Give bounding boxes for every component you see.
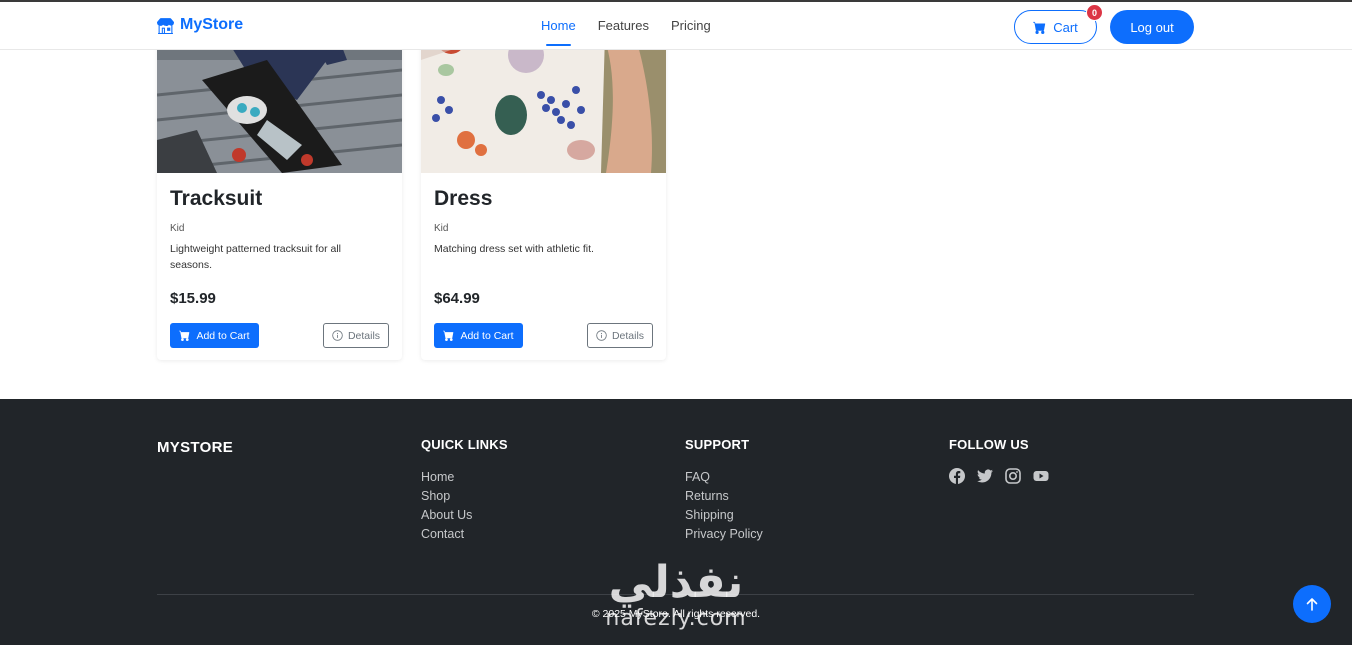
product-card-dress: Dress Kid Matching dress set with athlet… bbox=[421, 0, 666, 360]
footer-link-faq[interactable]: FAQ bbox=[685, 468, 763, 487]
product-description: Matching dress set with athletic fit. bbox=[434, 243, 594, 255]
nav-link-home[interactable]: Home bbox=[530, 2, 587, 50]
cart-count-badge: 0 bbox=[1086, 4, 1103, 21]
footer-heading: SUPPORT bbox=[685, 437, 750, 452]
product-price: $15.99 bbox=[170, 290, 216, 307]
youtube-icon[interactable] bbox=[1033, 468, 1049, 484]
brand-logo[interactable]: MyStore bbox=[157, 16, 243, 34]
add-to-cart-button[interactable]: Add to Cart bbox=[170, 323, 259, 348]
footer-link-shop[interactable]: Shop bbox=[421, 487, 508, 506]
footer-link-about[interactable]: About Us bbox=[421, 506, 508, 525]
product-title: Tracksuit bbox=[170, 187, 263, 210]
product-category: Kid bbox=[170, 223, 185, 234]
details-button[interactable]: Details bbox=[323, 323, 389, 348]
product-price: $64.99 bbox=[434, 290, 480, 307]
footer-link-privacy[interactable]: Privacy Policy bbox=[685, 525, 763, 544]
copyright-text: © 2025 MyStore. All rights reserved. bbox=[591, 608, 761, 620]
nav-link-features[interactable]: Features bbox=[587, 2, 660, 50]
social-icons bbox=[949, 468, 1049, 484]
nav-link-pricing[interactable]: Pricing bbox=[660, 2, 722, 50]
product-description: Lightweight patterned tracksuit for all … bbox=[170, 243, 342, 271]
footer-brand: MYSTORE bbox=[157, 439, 234, 456]
logout-button[interactable]: Log out bbox=[1110, 10, 1194, 44]
add-to-cart-label: Add to Cart bbox=[196, 329, 250, 342]
product-title: Dress bbox=[434, 187, 493, 210]
footer-link-home[interactable]: Home bbox=[421, 468, 508, 487]
cart-icon bbox=[443, 330, 454, 341]
footer-link-returns[interactable]: Returns bbox=[685, 487, 763, 506]
scroll-to-top-button[interactable] bbox=[1293, 585, 1331, 623]
info-icon bbox=[332, 330, 343, 341]
footer-support: SUPPORT FAQ Returns Shipping Privacy Pol… bbox=[685, 437, 763, 544]
info-icon bbox=[596, 330, 607, 341]
instagram-icon[interactable] bbox=[1005, 468, 1021, 484]
footer-link-shipping[interactable]: Shipping bbox=[685, 506, 763, 525]
footer-divider bbox=[157, 594, 1194, 595]
arrow-up-icon bbox=[1306, 598, 1318, 611]
navbar: MyStore Home Features Pricing Cart 0 Log… bbox=[0, 0, 1352, 50]
cart-icon bbox=[1033, 21, 1046, 34]
footer-follow: FOLLOW US bbox=[949, 437, 1049, 484]
twitter-icon[interactable] bbox=[977, 468, 993, 484]
facebook-icon[interactable] bbox=[949, 468, 965, 484]
details-button[interactable]: Details bbox=[587, 323, 653, 348]
footer-link-contact[interactable]: Contact bbox=[421, 525, 508, 544]
footer-quick-links: QUICK LINKS Home Shop About Us Contact bbox=[421, 437, 508, 544]
cart-button[interactable]: Cart 0 bbox=[1014, 4, 1103, 44]
store-icon bbox=[157, 17, 174, 34]
footer: MYSTORE QUICK LINKS Home Shop About Us C… bbox=[0, 399, 1352, 645]
details-label: Details bbox=[347, 329, 381, 342]
footer-heading: QUICK LINKS bbox=[421, 437, 508, 452]
product-category: Kid bbox=[434, 223, 449, 234]
footer-heading: FOLLOW US bbox=[949, 437, 1029, 452]
details-label: Details bbox=[611, 329, 645, 342]
product-card-tracksuit: Tracksuit Kid Lightweight patterned trac… bbox=[157, 0, 402, 360]
nav-links: Home Features Pricing bbox=[530, 2, 722, 50]
brand-name: MyStore bbox=[180, 16, 244, 33]
add-to-cart-label: Add to Cart bbox=[460, 329, 514, 342]
cart-icon bbox=[179, 330, 190, 341]
add-to-cart-button[interactable]: Add to Cart bbox=[434, 323, 523, 348]
cart-label: Cart bbox=[1053, 19, 1078, 35]
